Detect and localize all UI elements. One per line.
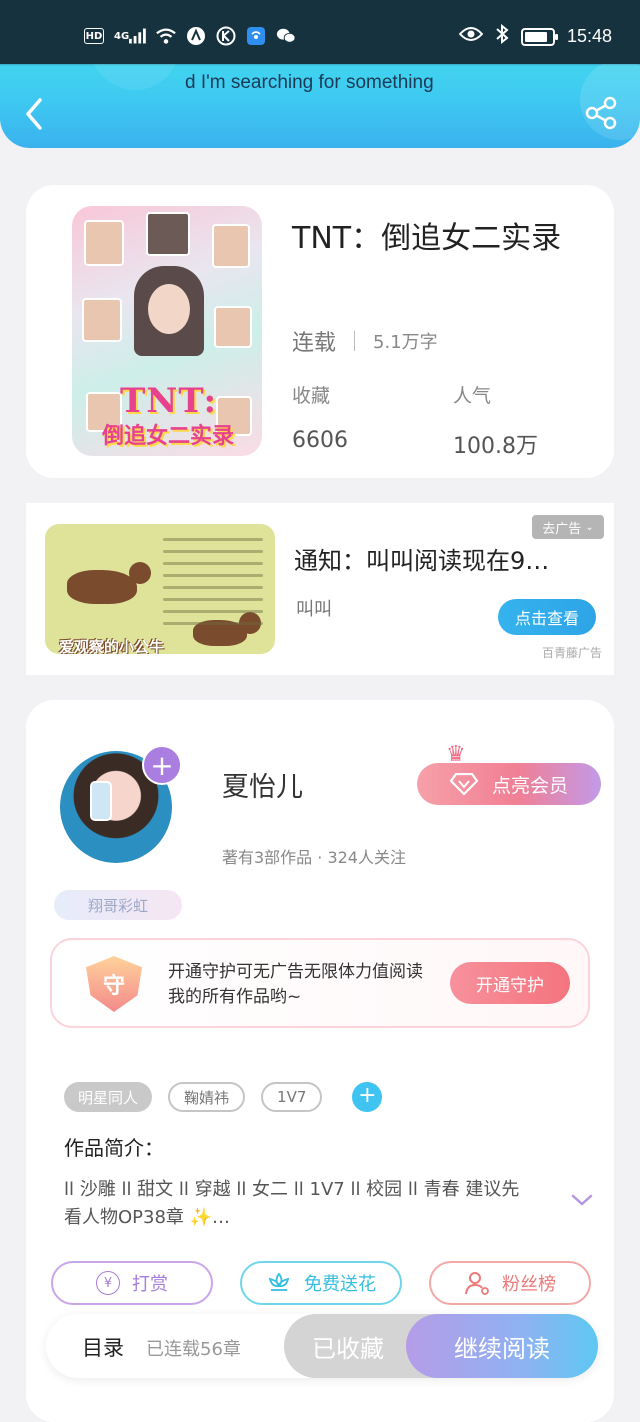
eye-icon	[458, 26, 484, 47]
wifi-icon	[156, 26, 176, 46]
ad-cta-button[interactable]: 点击查看	[498, 599, 596, 635]
ad-brand: 百青藤广告	[541, 646, 602, 660]
network-type-label: 4G	[114, 30, 130, 42]
continue-reading-button[interactable]: 继续阅读	[406, 1314, 598, 1378]
tag-list: 明星同人 鞠婧祎 1V7 +	[64, 1082, 383, 1112]
user-icon	[465, 1272, 489, 1295]
cow-illustration	[67, 562, 151, 604]
ad-source: 叫叫	[296, 599, 332, 620]
author-stats: 著有3部作品 · 324人关注	[222, 848, 406, 867]
app-notification-icon	[186, 26, 206, 46]
plus-icon: +	[150, 749, 174, 782]
header: HD 4G 15:48 d I'm searching for somethin…	[0, 0, 640, 148]
fan-badge: 翔哥彩虹	[54, 890, 182, 920]
cover-subtitle: 倒追女二实录	[102, 424, 235, 449]
serial-status: 连载	[292, 331, 337, 356]
guard-text: 开通守护可无广告无限体力值阅读我的所有作品哟~	[168, 962, 423, 1007]
cover-photo	[214, 306, 252, 348]
favorites-label: 收藏	[292, 385, 331, 407]
favorites-value: 6606	[292, 428, 348, 453]
add-tag-button[interactable]: +	[352, 1082, 383, 1112]
wechat-icon	[276, 26, 296, 46]
intro-text: ll 沙雕 ll 甜文 ll 穿越 ll 女二 ll 1V7 ll 校园 ll …	[64, 1179, 520, 1228]
vip-label: 点亮会员	[491, 774, 568, 797]
vip-button[interactable]: 点亮会员	[417, 763, 601, 805]
book-meta: 连载 5.1万字	[292, 325, 438, 357]
chevron-down-icon	[571, 1194, 593, 1206]
flower-label: 免费送花	[304, 1274, 376, 1295]
popularity-value: 100.8万	[453, 434, 538, 459]
favorites-stat: 收藏 6606	[292, 381, 348, 453]
ad-image-text	[163, 538, 263, 634]
fans-label: 粉丝榜	[502, 1274, 556, 1295]
reward-button[interactable]: ¥ 打赏	[51, 1261, 213, 1305]
book-title: TNT：倒追女二实录	[292, 221, 562, 256]
tag-item[interactable]: 明星同人	[64, 1082, 153, 1112]
send-flower-button[interactable]: 免费送花	[240, 1261, 402, 1305]
shield-icon: 守	[86, 956, 142, 1012]
tag-item[interactable]: 鞠婧祎	[168, 1082, 246, 1112]
chevron-left-icon	[26, 98, 42, 130]
author-name: 夏怡儿	[222, 772, 303, 803]
follow-author-button[interactable]: +	[142, 745, 182, 785]
open-guard-button[interactable]: 开通守护	[450, 962, 570, 1004]
hotspot-icon	[246, 26, 266, 46]
battery-icon	[520, 27, 558, 46]
ad-title: 通知：叫叫阅读现在9…	[294, 547, 550, 575]
cover-photo	[82, 298, 122, 342]
hd-icon: HD	[84, 28, 104, 44]
ad-image-caption: 爱观察的小公牛	[59, 638, 165, 654]
bottom-action-bar: 目录 已连载56章 已收藏 继续阅读	[46, 1314, 598, 1378]
guard-banner: 守 开通守护可无广告无限体力值阅读我的所有作品哟~ 开通守护	[50, 938, 590, 1028]
reward-label: 打赏	[132, 1274, 168, 1295]
plus-icon: +	[358, 1083, 377, 1108]
expand-intro-button[interactable]	[570, 1192, 594, 1208]
remove-ad-label: 去广告	[542, 521, 582, 537]
intro-title: 作品简介：	[64, 1136, 164, 1160]
remove-ad-button[interactable]: 去广告 ⌄	[532, 515, 604, 539]
yen-coin-icon: ¥	[96, 1271, 120, 1295]
cover-main-figure	[134, 266, 204, 356]
k-app-icon	[216, 26, 236, 46]
status-icons-right: 15:48	[458, 23, 612, 49]
word-count: 5.1万字	[373, 332, 438, 353]
chevron-down-icon: ⌄	[585, 521, 594, 533]
status-icons-left: HD 4G	[84, 26, 296, 46]
cover-photo	[146, 212, 190, 256]
cover-photo	[84, 220, 124, 266]
popularity-stat: 人气 100.8万	[453, 381, 538, 460]
tag-item[interactable]: 1V7	[261, 1082, 323, 1112]
action-buttons: ¥ 打赏 免费送花 粉丝榜	[51, 1261, 591, 1305]
back-button[interactable]	[20, 96, 50, 132]
chapter-count: 已连载56章	[146, 1339, 241, 1360]
toc-button[interactable]: 目录	[82, 1332, 124, 1362]
bluetooth-icon	[495, 23, 509, 49]
flower-icon	[268, 1272, 290, 1291]
cover-photo	[212, 224, 250, 268]
ad-image: 爱观察的小公牛	[45, 524, 275, 654]
divider	[354, 331, 356, 351]
avatar-phone	[90, 781, 112, 821]
cover-title: TNT:	[120, 381, 218, 421]
share-button[interactable]	[584, 96, 618, 130]
marquee-text: d I'm searching for something	[185, 72, 434, 93]
fan-ranking-button[interactable]: 粉丝榜	[429, 1261, 591, 1305]
share-icon	[585, 96, 617, 130]
ad-banner[interactable]: 爱观察的小公牛 去广告 ⌄ 通知：叫叫阅读现在9… 叫叫 点击查看 百青藤广告	[26, 503, 614, 675]
book-info-card: TNT: 倒追女二实录 TNT：倒追女二实录 连载 5.1万字 收藏 6606 …	[26, 185, 614, 478]
diamond-icon	[449, 773, 478, 795]
book-cover[interactable]: TNT: 倒追女二实录	[72, 206, 262, 456]
popularity-label: 人气	[453, 385, 492, 407]
cellular-signal-icon: 4G	[114, 26, 146, 46]
status-bar: HD 4G 15:48	[0, 0, 640, 64]
clock: 15:48	[566, 26, 612, 46]
